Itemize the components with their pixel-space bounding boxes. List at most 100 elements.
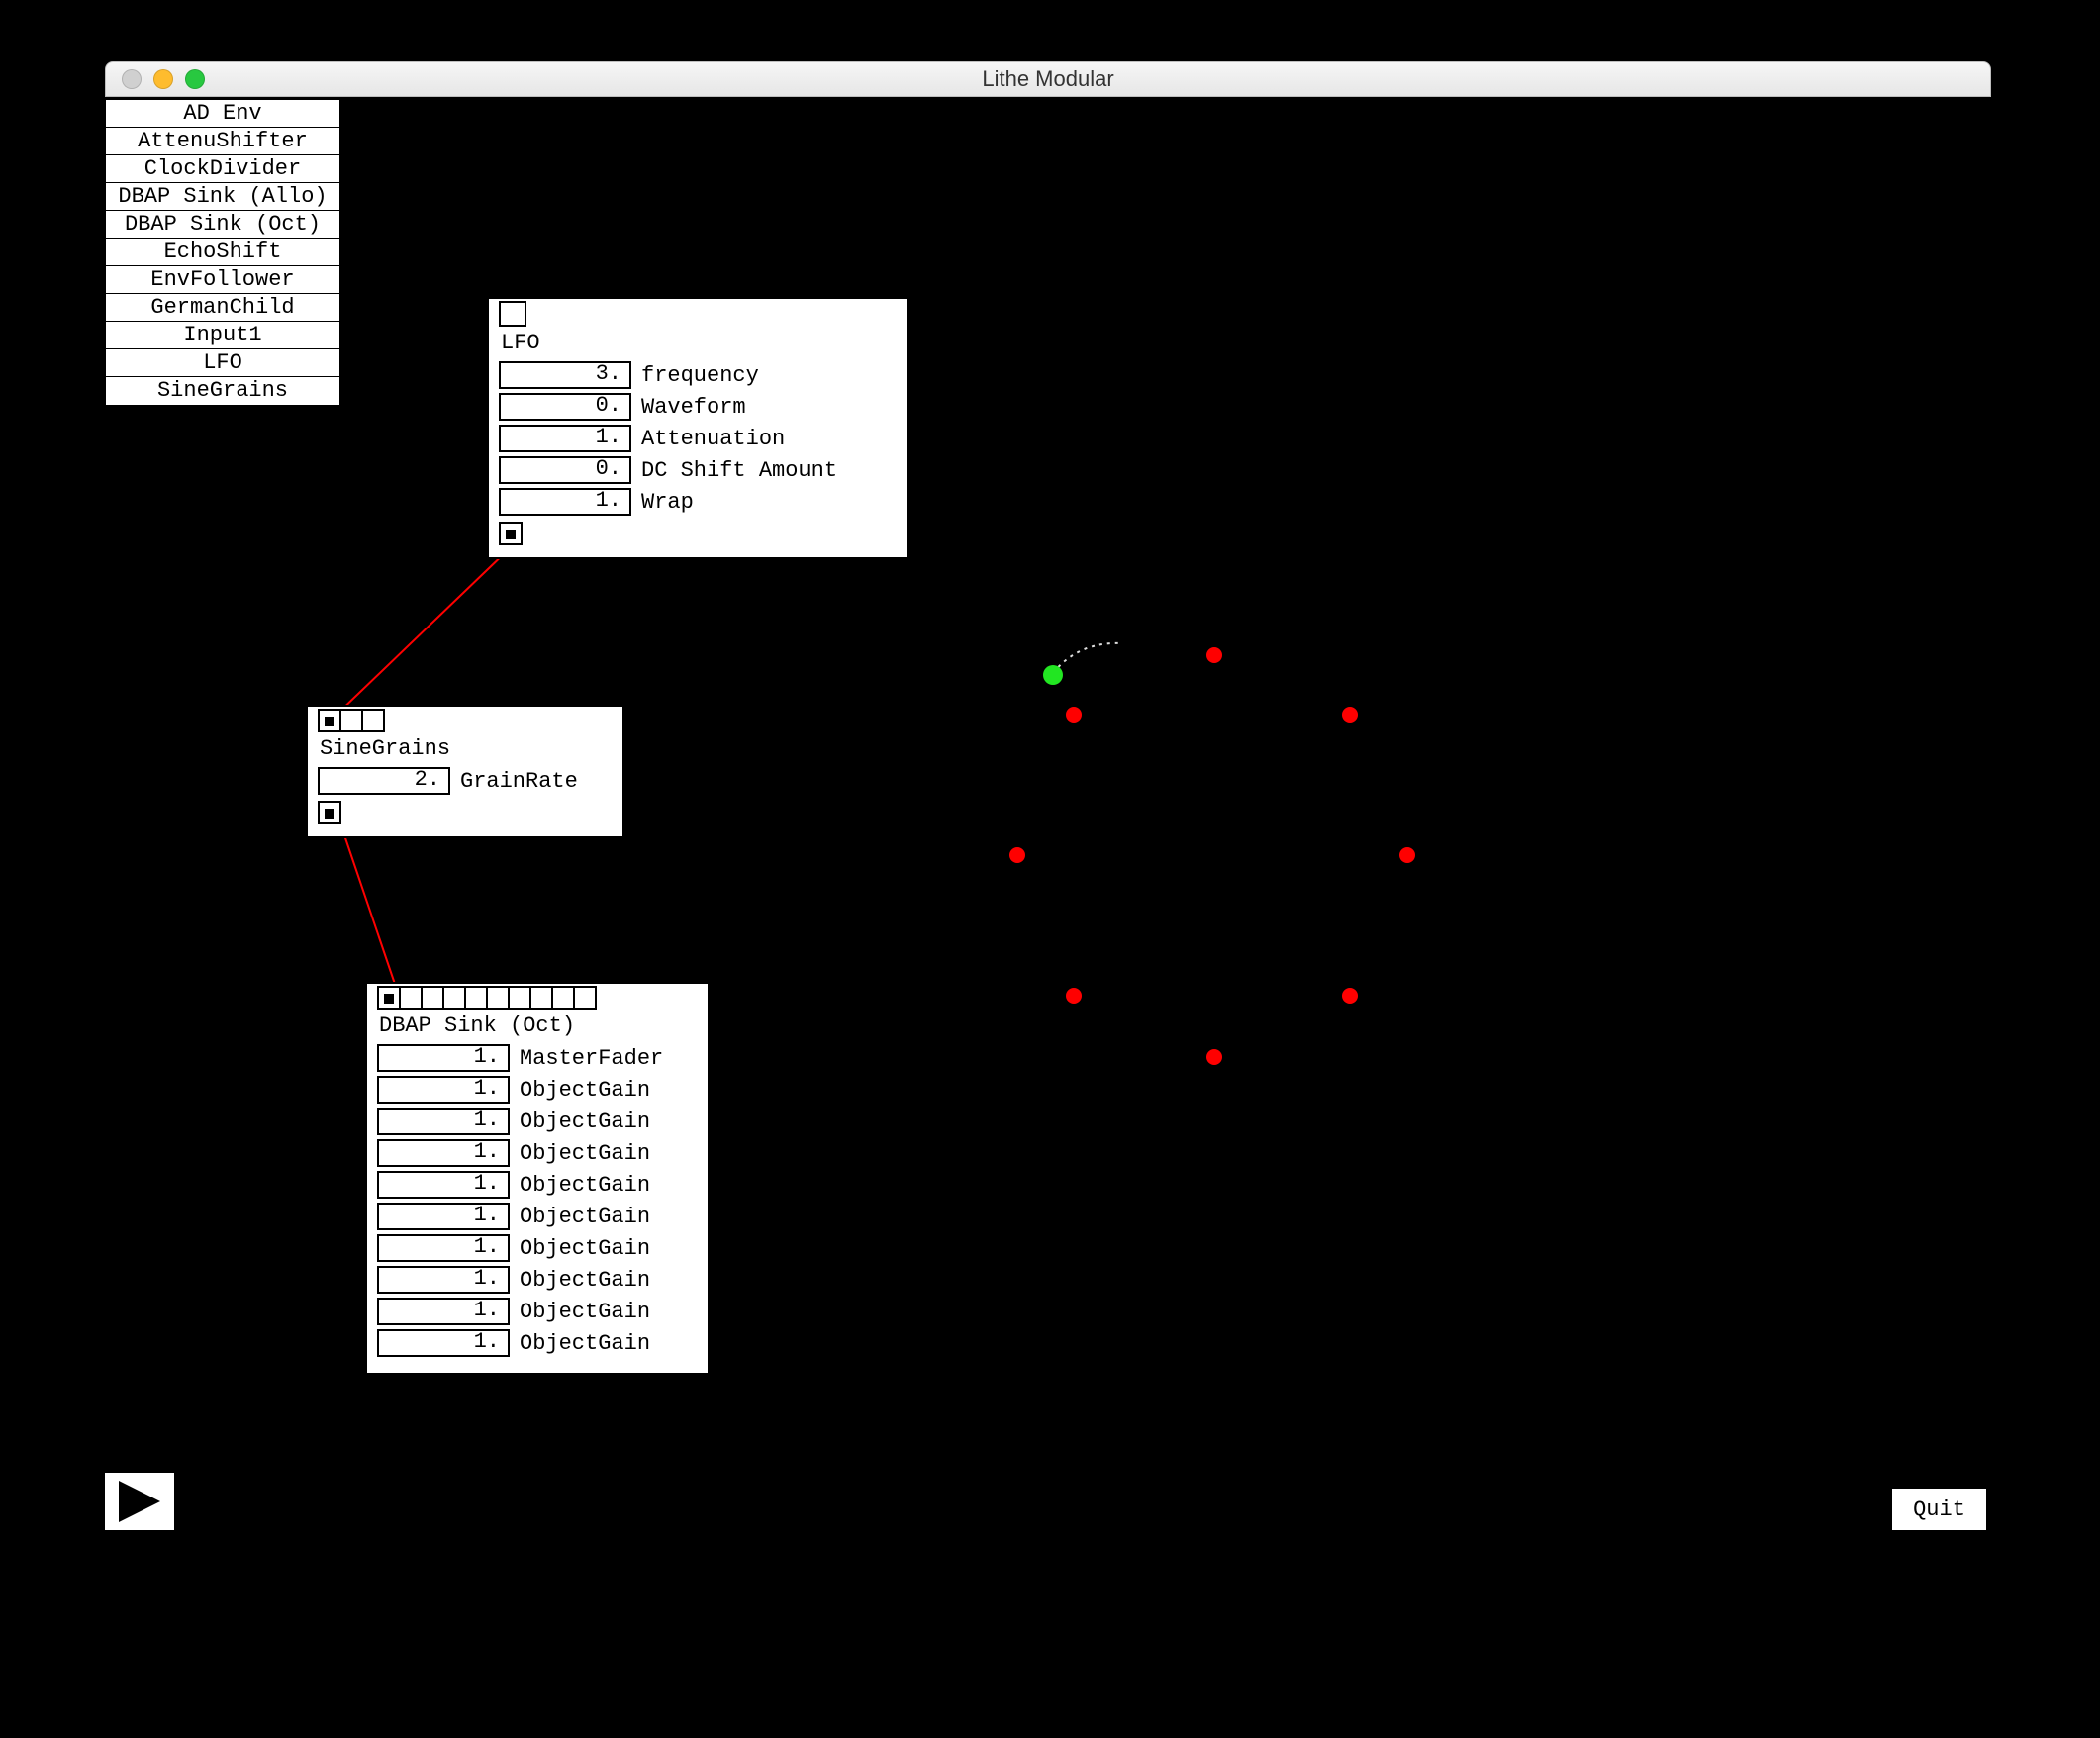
- dbap-inlet-6[interactable]: [508, 986, 531, 1010]
- palette-item[interactable]: LFO: [106, 349, 339, 377]
- speaker-node[interactable]: [1206, 1049, 1222, 1065]
- module-dbap-sink-oct[interactable]: DBAP Sink (Oct) 1.MasterFader1.ObjectGai…: [365, 982, 710, 1375]
- dbap-param-label: ObjectGain: [520, 1300, 650, 1324]
- speaker-node[interactable]: [1399, 847, 1415, 863]
- spatial-panner[interactable]: [950, 594, 1504, 1148]
- dbap-param-row: 1. ObjectGain: [377, 1139, 698, 1167]
- palette-item[interactable]: SineGrains: [106, 377, 339, 405]
- sinegrains-inlet-1[interactable]: [339, 709, 363, 732]
- palette-item[interactable]: ClockDivider: [106, 155, 339, 183]
- speaker-node[interactable]: [1342, 988, 1358, 1004]
- source-node[interactable]: [1043, 665, 1063, 685]
- dbap-param-row: 1. ObjectGain: [377, 1171, 698, 1199]
- quit-button[interactable]: Quit: [1892, 1489, 1986, 1530]
- lfo-param-value[interactable]: 0.: [499, 456, 631, 484]
- palette-item[interactable]: DBAP Sink (Oct): [106, 211, 339, 239]
- lfo-param-label: Attenuation: [641, 427, 785, 451]
- dbap-param-row: 1.ObjectGain: [377, 1076, 698, 1104]
- window-titlebar: Lithe Modular: [105, 61, 1991, 97]
- speaker-node[interactable]: [1066, 707, 1082, 723]
- lfo-param-value[interactable]: 3.: [499, 361, 631, 389]
- lfo-param-label: Waveform: [641, 395, 746, 420]
- module-title: DBAP Sink (Oct): [377, 1010, 698, 1040]
- lfo-param-value[interactable]: 0.: [499, 393, 631, 421]
- dbap-param-value[interactable]: 1.: [377, 1203, 510, 1230]
- palette-item[interactable]: EnvFollower: [106, 266, 339, 294]
- sinegrains-outlet-0[interactable]: [318, 801, 341, 824]
- palette-item[interactable]: EchoShift: [106, 239, 339, 266]
- dbap-inlet-7[interactable]: [529, 986, 553, 1010]
- dbap-param-value[interactable]: 1.: [377, 1108, 510, 1135]
- lfo-param-row: 0. DC Shift Amount: [499, 456, 897, 484]
- dbap-inlet-3[interactable]: [442, 986, 466, 1010]
- dbap-param-row: 1. ObjectGain: [377, 1298, 698, 1325]
- speaker-node[interactable]: [1009, 847, 1025, 863]
- lfo-param-label: frequency: [641, 363, 759, 388]
- dbap-param-row: 1. MasterFader: [377, 1044, 698, 1072]
- dbap-param-label: ObjectGain: [520, 1236, 650, 1261]
- dbap-param-label: MasterFader: [520, 1046, 663, 1071]
- window-controls: [106, 69, 205, 89]
- lfo-inlet-0[interactable]: [499, 301, 526, 327]
- lfo-param-value[interactable]: 1.: [499, 425, 631, 452]
- palette-item[interactable]: Input1: [106, 322, 339, 349]
- sinegrains-inlet-2[interactable]: [361, 709, 385, 732]
- dbap-param-value[interactable]: 1.: [377, 1139, 510, 1167]
- lfo-param-row: 1. Wrap: [499, 488, 897, 516]
- sinegrains-param-row: 2. GrainRate: [318, 767, 613, 795]
- lfo-param-row: 0. Waveform: [499, 393, 897, 421]
- dbap-param-value[interactable]: 1.: [377, 1298, 510, 1325]
- window-title: Lithe Modular: [106, 66, 1990, 92]
- speaker-node[interactable]: [1342, 707, 1358, 723]
- dbap-param-value[interactable]: 1.: [377, 1044, 510, 1072]
- lfo-param-row: 3. frequency: [499, 361, 897, 389]
- lfo-param-label: Wrap: [641, 490, 694, 515]
- dbap-inlet-2[interactable]: [421, 986, 444, 1010]
- dbap-param-value[interactable]: 1.: [377, 1329, 510, 1357]
- minimize-icon[interactable]: [153, 69, 173, 89]
- dbap-param-row: 1. ObjectGain: [377, 1203, 698, 1230]
- dbap-inlet-8[interactable]: [551, 986, 575, 1010]
- quit-label: Quit: [1913, 1497, 1965, 1522]
- dbap-param-row: 1. ObjectGain: [377, 1329, 698, 1357]
- dbap-param-label: ObjectGain: [520, 1331, 650, 1356]
- dbap-param-value[interactable]: 1.: [377, 1076, 510, 1104]
- dbap-param-label: ObjectGain: [520, 1205, 650, 1229]
- speaker-node[interactable]: [1206, 647, 1222, 663]
- dbap-param-row: 1. ObjectGain: [377, 1108, 698, 1135]
- dbap-param-value[interactable]: 1.: [377, 1266, 510, 1294]
- palette-item[interactable]: GermanChild: [106, 294, 339, 322]
- dbap-param-row: 1. ObjectGain: [377, 1234, 698, 1262]
- sinegrains-param-value[interactable]: 2.: [318, 767, 450, 795]
- close-icon[interactable]: [122, 69, 142, 89]
- speaker-node[interactable]: [1066, 988, 1082, 1004]
- dbap-param-label: ObjectGain: [520, 1173, 650, 1198]
- zoom-icon[interactable]: [185, 69, 205, 89]
- dbap-param-label: ObjectGain: [520, 1268, 650, 1293]
- play-button[interactable]: [105, 1473, 174, 1530]
- sinegrains-inlet-0[interactable]: [318, 709, 341, 732]
- play-icon: [115, 1479, 164, 1524]
- palette-item[interactable]: AD Env: [106, 100, 339, 128]
- dbap-inlet-5[interactable]: [486, 986, 510, 1010]
- dbap-inlet-0[interactable]: [377, 986, 401, 1010]
- dbap-inlet-9[interactable]: [573, 986, 597, 1010]
- palette-item[interactable]: AttenuShifter: [106, 128, 339, 155]
- dbap-param-row: 1. ObjectGain: [377, 1266, 698, 1294]
- dbap-param-value[interactable]: 1.: [377, 1234, 510, 1262]
- lfo-outlet-0[interactable]: [499, 522, 523, 545]
- module-title: SineGrains: [318, 732, 613, 763]
- sinegrains-param-label: GrainRate: [460, 769, 578, 794]
- dbap-param-label: ObjectGain: [520, 1110, 650, 1134]
- dbap-param-label: ObjectGain: [520, 1141, 650, 1166]
- palette-item[interactable]: DBAP Sink (Allo): [106, 183, 339, 211]
- lfo-param-label: DC Shift Amount: [641, 458, 837, 483]
- module-palette: AD EnvAttenuShifterClockDividerDBAP Sink…: [105, 99, 340, 406]
- dbap-inlet-1[interactable]: [399, 986, 423, 1010]
- module-sinegrains[interactable]: SineGrains 2. GrainRate: [306, 705, 624, 838]
- module-lfo[interactable]: LFO 3. frequency 0. Waveform 1. Attenuation 0.…: [487, 297, 908, 559]
- module-title: LFO: [499, 327, 897, 357]
- lfo-param-value[interactable]: 1.: [499, 488, 631, 516]
- dbap-param-value[interactable]: 1.: [377, 1171, 510, 1199]
- dbap-inlet-4[interactable]: [464, 986, 488, 1010]
